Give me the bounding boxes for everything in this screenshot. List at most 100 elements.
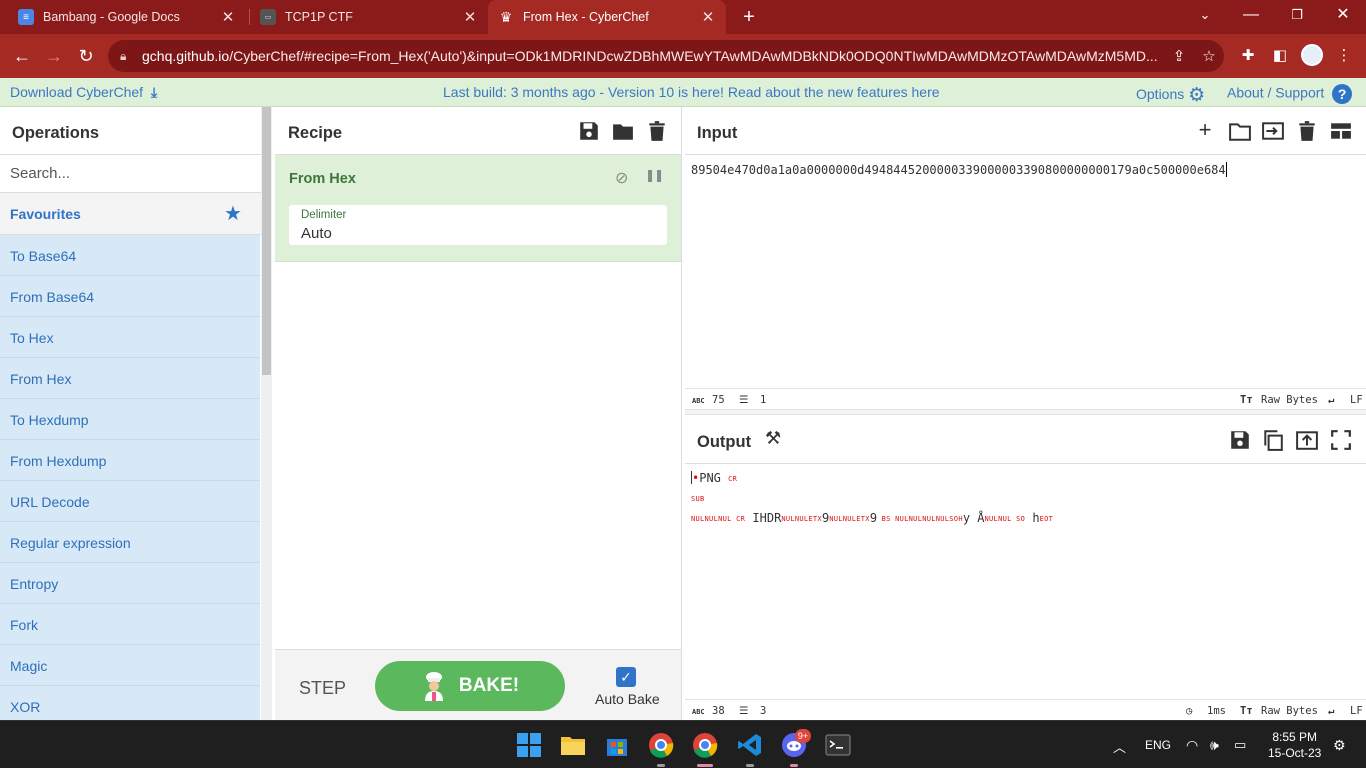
recipe-operation-from-hex[interactable]: From Hex ⊘ ❚❚ Delimiter Auto	[275, 155, 681, 262]
open-file-icon[interactable]	[1262, 120, 1284, 142]
operation-item[interactable]: To Hexdump	[0, 399, 260, 440]
tray-chevron-icon[interactable]: ︿	[1113, 737, 1126, 756]
bake-button[interactable]: BAKE!	[375, 661, 565, 711]
chrome-icon[interactable]	[648, 732, 674, 758]
vscode-icon[interactable]	[737, 732, 763, 758]
profile-avatar[interactable]	[1301, 44, 1323, 66]
language-indicator[interactable]: ENG	[1145, 738, 1171, 752]
load-recipe-icon[interactable]	[612, 120, 634, 142]
chrome-profile-icon[interactable]	[692, 732, 718, 758]
clear-recipe-icon[interactable]	[646, 120, 668, 142]
input-eol[interactable]: LF	[1350, 394, 1363, 406]
delimiter-select[interactable]: Delimiter Auto	[289, 205, 667, 245]
operation-name: From Hex	[289, 171, 356, 187]
input-encoding[interactable]: Raw Bytes	[1261, 394, 1318, 406]
output-title: Output	[697, 433, 752, 451]
open-folder-icon[interactable]	[1229, 120, 1251, 142]
operation-item[interactable]: To Base64	[0, 235, 260, 276]
operation-item[interactable]: Regular expression	[0, 522, 260, 563]
char-count-icon: ABC	[692, 397, 705, 405]
bookmark-star-icon[interactable]: ☆	[1194, 47, 1224, 65]
recipe-panel: Recipe From Hex ⊘ ❚❚ Delimiter Auto STEP…	[275, 107, 682, 720]
menu-icon[interactable]: ⋮	[1331, 44, 1357, 68]
reset-layout-icon[interactable]	[1330, 120, 1352, 142]
output-line-3: NULNULNUL CR IHDRNULNULETX9NULNULETX9 BS…	[691, 511, 1054, 525]
site-icon: ▭	[260, 9, 276, 25]
battery-icon[interactable]: ▭	[1234, 737, 1246, 753]
version-notice-link[interactable]: Last build: 3 months ago - Version 10 is…	[443, 84, 940, 100]
step-button[interactable]: STEP	[299, 678, 346, 699]
download-cyberchef-link[interactable]: Download CyberChef ⤓	[10, 84, 157, 101]
volume-icon[interactable]: 🕪︎	[1210, 737, 1219, 754]
gear-icon: ⚙	[1188, 85, 1206, 106]
auto-bake-label: Auto Bake	[595, 691, 660, 707]
new-tab-button[interactable]: +	[737, 4, 761, 30]
restore-icon[interactable]: ❐	[1274, 0, 1320, 34]
favourites-category[interactable]: Favourites ★	[0, 193, 271, 235]
tab-cyberchef[interactable]: ♛ From Hex - CyberChef ✕	[488, 0, 726, 34]
scrollbar-thumb[interactable]	[262, 107, 271, 375]
lock-icon: 🔒︎	[120, 48, 127, 63]
back-icon[interactable]: ←	[9, 43, 35, 69]
recipe-controls: STEP BAKE! ✓ Auto Bake	[275, 649, 681, 720]
magic-wand-icon[interactable]: ⚒	[765, 428, 781, 449]
close-tab-icon[interactable]: ✕	[220, 8, 236, 26]
replace-input-icon[interactable]	[1296, 429, 1318, 451]
forward-icon[interactable]: →	[41, 43, 67, 69]
text-encoding-icon: Tт	[1240, 705, 1253, 717]
address-bar[interactable]: 🔒︎ gchq.github.io/CyberChef/#recipe=From…	[108, 40, 1224, 72]
system-clock[interactable]: 8:55 PM 15-Oct-23	[1268, 729, 1321, 761]
disable-operation-icon[interactable]: ⊘	[615, 168, 628, 188]
operation-item[interactable]: Fork	[0, 604, 260, 645]
tab-tcp1p-ctf[interactable]: ▭ TCP1P CTF ✕	[250, 0, 488, 34]
options-button[interactable]: Options ⚙	[1136, 84, 1205, 107]
tab-google-docs[interactable]: ≡ Bambang - Google Docs ✕	[8, 0, 246, 34]
microsoft-store-icon[interactable]	[604, 732, 630, 758]
output-eol[interactable]: LF	[1350, 705, 1363, 717]
operation-item[interactable]: Magic	[0, 645, 260, 686]
operation-item[interactable]: From Hex	[0, 358, 260, 399]
discord-notification-badge: 9+	[795, 729, 811, 743]
windows-taskbar: 9+ ︿ ENG ◠ 🕪︎ ▭ 8:55 PM 15-Oct-23 ⚙	[0, 720, 1366, 768]
terminal-icon[interactable]	[825, 732, 851, 758]
copy-output-icon[interactable]	[1262, 429, 1284, 451]
download-icon: ⤓	[150, 84, 158, 100]
auto-bake-checkbox[interactable]: ✓	[616, 667, 636, 687]
windows-start-icon[interactable]	[516, 732, 542, 758]
add-input-icon[interactable]: +	[1194, 117, 1216, 142]
operations-search-input[interactable]: Search...	[0, 155, 271, 193]
save-recipe-icon[interactable]	[578, 120, 600, 142]
bake-time: 1ms	[1207, 705, 1226, 717]
operation-item[interactable]: Entropy	[0, 563, 260, 604]
input-editor[interactable]: 89504e470d0a1a0a0000000d4948445200000339…	[691, 162, 1227, 177]
notifications-icon[interactable]: ⚙	[1333, 737, 1346, 754]
tab-search-icon[interactable]: ⌄	[1182, 0, 1228, 34]
google-docs-icon: ≡	[18, 9, 34, 25]
input-panel: Input + 89504e470d0a1a0a0000000d49484452…	[685, 107, 1366, 409]
minimize-icon[interactable]: —	[1228, 0, 1274, 34]
input-char-count: 75	[712, 394, 725, 406]
maximise-output-icon[interactable]	[1330, 429, 1352, 451]
save-output-icon[interactable]	[1229, 429, 1251, 451]
wifi-icon[interactable]: ◠	[1186, 737, 1198, 754]
operation-item[interactable]: To Hex	[0, 317, 260, 358]
delimiter-value: Auto	[301, 225, 332, 242]
operation-item[interactable]: URL Decode	[0, 481, 260, 522]
clear-input-icon[interactable]	[1296, 120, 1318, 142]
output-encoding[interactable]: Raw Bytes	[1261, 705, 1318, 717]
breakpoint-icon[interactable]: ❚❚	[645, 168, 664, 182]
reload-icon[interactable]: ↻	[73, 43, 99, 69]
operation-item[interactable]: From Base64	[0, 276, 260, 317]
operation-item[interactable]: From Hexdump	[0, 440, 260, 481]
close-tab-icon[interactable]: ✕	[462, 8, 478, 26]
side-panel-icon[interactable]: ◧	[1267, 44, 1293, 68]
close-tab-icon[interactable]: ✕	[700, 8, 716, 26]
extensions-icon[interactable]: ✚	[1235, 44, 1261, 68]
file-explorer-icon[interactable]	[560, 732, 586, 758]
star-icon[interactable]: ★	[224, 201, 242, 226]
about-support-button[interactable]: About / Support ?	[1227, 84, 1353, 104]
close-window-icon[interactable]: ✕	[1320, 0, 1366, 34]
share-icon[interactable]: ⇪	[1164, 47, 1194, 65]
output-panel: Output ⚒ •PNG CR SUB NULNULNUL CR IHDRNU…	[685, 416, 1366, 720]
io-resize-handle[interactable]	[685, 409, 1366, 415]
